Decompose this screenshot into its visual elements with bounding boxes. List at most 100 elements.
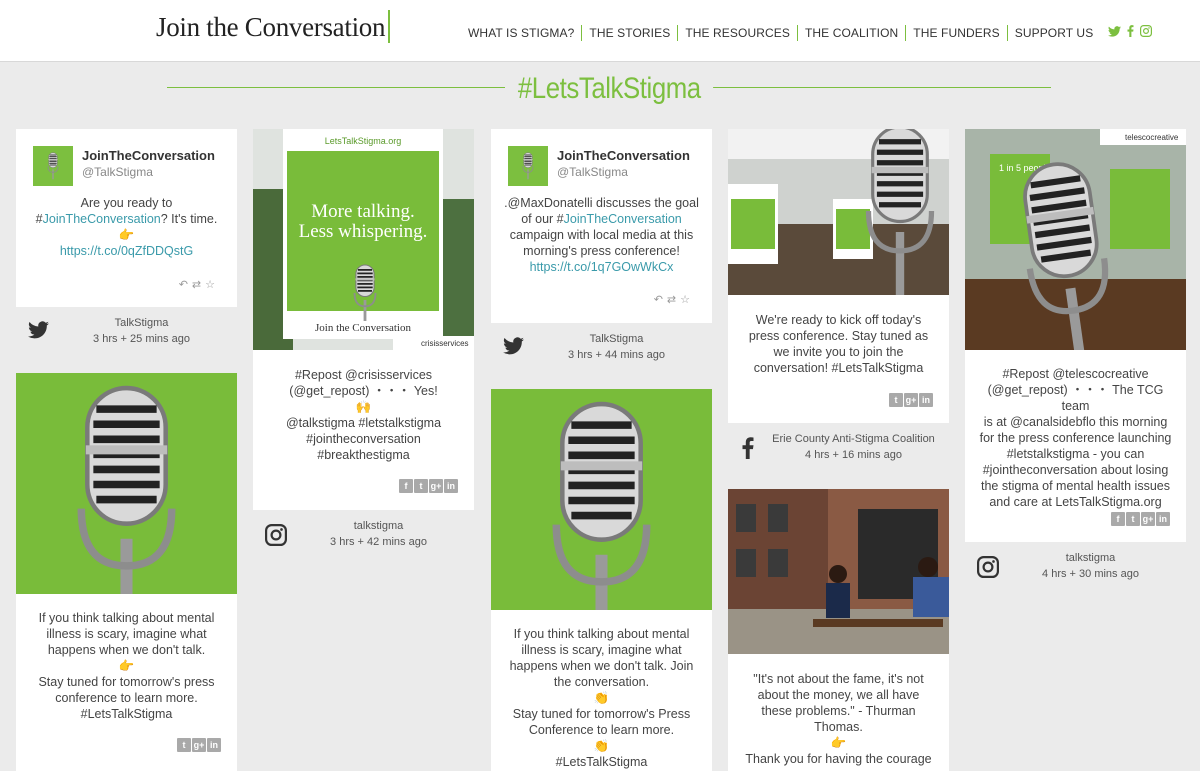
share-linkedin-button[interactable]: in bbox=[444, 479, 458, 493]
post-author[interactable]: TalkStigma bbox=[521, 333, 712, 345]
tweet-header: JoinTheConversation @TalkStigma bbox=[508, 146, 698, 188]
tweet-author-name[interactable]: JoinTheConversation bbox=[82, 148, 215, 163]
share-twitter-button[interactable]: t bbox=[889, 393, 903, 407]
post-text: We're ready to kick off today's press co… bbox=[740, 312, 937, 376]
post-meta: talkstigma 4 hrs + 30 mins ago bbox=[965, 552, 1186, 592]
reply-icon[interactable]: ↶ bbox=[654, 294, 667, 306]
post-author[interactable]: TalkStigma bbox=[46, 317, 237, 329]
reply-icon[interactable]: ↶ bbox=[179, 279, 192, 291]
retweet-icon[interactable]: ⇄ bbox=[667, 294, 680, 306]
emoji: 👏 bbox=[593, 691, 610, 705]
post-text-line: #LetsTalkStigma bbox=[80, 707, 173, 721]
image-post-card[interactable]: LetsTalkStigma.org More talking. Less wh… bbox=[253, 129, 474, 510]
tweet-card[interactable]: JoinTheConversation @TalkStigma .@MaxDon… bbox=[491, 129, 712, 323]
nav-the-resources[interactable]: THE RESOURCES bbox=[678, 25, 797, 41]
hashtag-link[interactable]: JoinTheConversation bbox=[564, 212, 682, 226]
microphone-image[interactable] bbox=[491, 389, 712, 610]
telesco-microphone-photo[interactable]: 1 in 5 people telescocreative bbox=[965, 129, 1186, 350]
tweet-header: JoinTheConversation @TalkStigma bbox=[33, 146, 223, 188]
share-linkedin-button[interactable]: in bbox=[919, 393, 933, 407]
post-text-line: Stay tuned for tomorrow's Press bbox=[512, 707, 691, 721]
nav-the-stories[interactable]: THE STORIES bbox=[582, 25, 677, 41]
instagram-icon[interactable] bbox=[1140, 24, 1153, 42]
post-text-line: #letstalkstigma - you can bbox=[1006, 447, 1145, 461]
post-timestamp: 4 hrs + 16 mins ago bbox=[805, 449, 902, 461]
image-post-card[interactable]: We're ready to kick off today's press co… bbox=[728, 129, 949, 423]
post-text-line: about the money, we all have bbox=[757, 688, 920, 702]
post-author[interactable]: talkstigma bbox=[283, 520, 474, 532]
tweet-text-line: .@MaxDonatelli discusses the goal bbox=[504, 196, 699, 210]
share-buttons: f t g+ in bbox=[1111, 512, 1170, 526]
site-header: Join the Conversation WHAT IS STIGMA? TH… bbox=[0, 0, 1200, 62]
microphone-image[interactable] bbox=[16, 373, 237, 594]
post-text: If you think talking about mental illnes… bbox=[503, 626, 700, 770]
site-logo[interactable]: Join the Conversation bbox=[156, 12, 385, 43]
image-post-card[interactable]: "It's not about the fame, it's not about… bbox=[728, 489, 949, 771]
emoji: 👏 bbox=[593, 739, 610, 753]
photo-credit: telescocreative bbox=[1125, 133, 1179, 142]
share-googleplus-button[interactable]: g+ bbox=[192, 738, 206, 752]
nav-support-us[interactable]: SUPPORT US bbox=[1008, 25, 1101, 41]
share-facebook-button[interactable]: f bbox=[1111, 512, 1125, 526]
post-timestamp: 3 hrs + 42 mins ago bbox=[330, 536, 427, 548]
share-linkedin-button[interactable]: in bbox=[1156, 512, 1170, 526]
post-text-line: (@get_repost) ・・・ The TCG team bbox=[987, 383, 1164, 413]
nav-what-is-stigma[interactable]: WHAT IS STIGMA? bbox=[461, 25, 581, 41]
share-twitter-button[interactable]: t bbox=[177, 738, 191, 752]
press-sign-photo[interactable]: LetsTalkStigma.org More talking. Less wh… bbox=[253, 129, 474, 350]
post-text-line: (@get_repost) ・・・ Yes! bbox=[289, 384, 438, 398]
main-nav: WHAT IS STIGMA? THE STORIES THE RESOURCE… bbox=[461, 24, 1153, 42]
image-post-card[interactable]: If you think talking about mental illnes… bbox=[491, 389, 712, 771]
post-text-line: #Repost @telescocreative bbox=[1002, 367, 1149, 381]
retweet-icon[interactable]: ⇄ bbox=[192, 279, 205, 291]
nav-the-funders[interactable]: THE FUNDERS bbox=[906, 25, 1006, 41]
tweet-text: .@MaxDonatelli discusses the goal of our… bbox=[503, 195, 700, 275]
tweet-link[interactable]: https://t.co/0qZfDDQstG bbox=[28, 243, 225, 259]
favorite-icon[interactable]: ☆ bbox=[205, 279, 219, 291]
post-text-line: we invite you to join the bbox=[773, 345, 904, 359]
tweet-author-handle[interactable]: @TalkStigma bbox=[82, 165, 153, 179]
share-facebook-button[interactable]: f bbox=[399, 479, 413, 493]
facebook-icon[interactable] bbox=[1127, 24, 1134, 42]
nav-the-coalition[interactable]: THE COALITION bbox=[798, 25, 905, 41]
page-heading: #LetsTalkStigma bbox=[167, 72, 1051, 106]
avatar[interactable] bbox=[508, 146, 548, 186]
post-timestamp: 3 hrs + 25 mins ago bbox=[93, 333, 190, 345]
tweet-link[interactable]: https://t.co/1q7GOwWkCx bbox=[503, 259, 700, 275]
post-text-line: the conversation. bbox=[553, 675, 650, 689]
post-text-line: conversation! #LetsTalkStigma bbox=[753, 361, 924, 375]
share-linkedin-button[interactable]: in bbox=[207, 738, 221, 752]
hashtag-heading-row: #LetsTalkStigma bbox=[167, 70, 1051, 110]
image-post-card[interactable]: 1 in 5 people telescocreative #Repost @t… bbox=[965, 129, 1186, 542]
image-post-card[interactable]: If you think talking about mental illnes… bbox=[16, 373, 237, 771]
avatar[interactable] bbox=[33, 146, 73, 186]
tweet-card[interactable]: JoinTheConversation @TalkStigma Are you … bbox=[16, 129, 237, 307]
share-googleplus-button[interactable]: g+ bbox=[904, 393, 918, 407]
post-text: "It's not about the fame, it's not about… bbox=[740, 671, 937, 767]
share-googleplus-button[interactable]: g+ bbox=[1141, 512, 1155, 526]
logo-divider bbox=[388, 10, 390, 43]
tweet-author-name[interactable]: JoinTheConversation bbox=[557, 148, 690, 163]
share-googleplus-button[interactable]: g+ bbox=[429, 479, 443, 493]
post-text-line: #breakthestigma bbox=[317, 448, 410, 462]
share-twitter-button[interactable]: t bbox=[1126, 512, 1140, 526]
outdoor-interview-photo[interactable] bbox=[728, 489, 949, 654]
share-buttons: t g+ in bbox=[889, 393, 933, 407]
tweet-actions: ↶⇄☆ bbox=[179, 278, 219, 291]
hashtag-link[interactable]: JoinTheConversation bbox=[43, 212, 161, 226]
tweet-author-handle[interactable]: @TalkStigma bbox=[557, 165, 628, 179]
favorite-icon[interactable]: ☆ bbox=[680, 294, 694, 306]
post-text-line: illness is scary, imagine what bbox=[521, 643, 682, 657]
post-author[interactable]: Erie County Anti-Stigma Coalition bbox=[758, 433, 949, 445]
share-twitter-button[interactable]: t bbox=[414, 479, 428, 493]
post-text-line: happens when we don't talk. Join bbox=[509, 659, 694, 673]
post-text-line: illness is scary, imagine what bbox=[46, 627, 207, 641]
post-author[interactable]: talkstigma bbox=[995, 552, 1186, 564]
press-conference-microphone-photo[interactable] bbox=[728, 129, 949, 295]
sign-top-text: LetsTalkStigma.org bbox=[325, 136, 402, 146]
post-text-line: for the press conference launching bbox=[979, 431, 1172, 445]
photo-credit: crisisservices bbox=[421, 339, 469, 348]
twitter-icon[interactable] bbox=[1108, 24, 1122, 42]
post-text: #Repost @crisisservices (@get_repost) ・・… bbox=[265, 367, 462, 463]
post-text-line: We're ready to kick off today's bbox=[755, 313, 922, 327]
